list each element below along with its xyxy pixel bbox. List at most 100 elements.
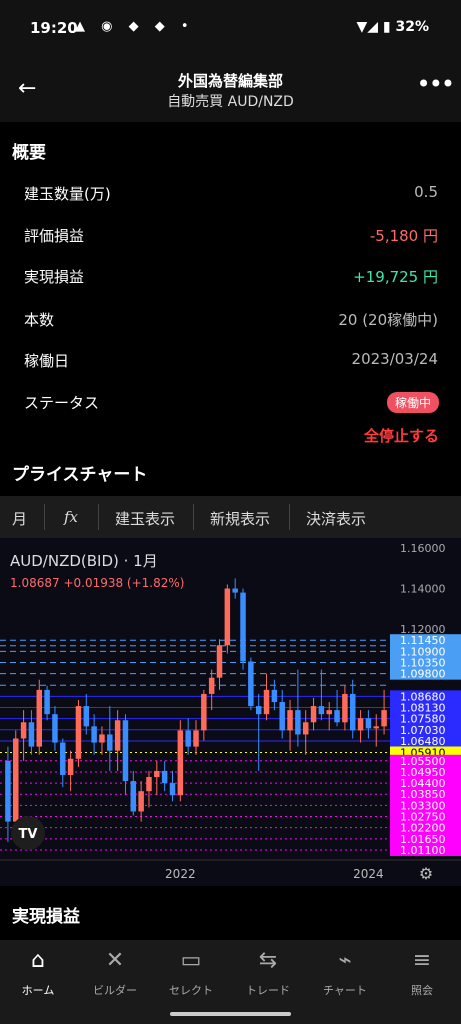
- candle-body: [373, 726, 379, 729]
- candle-body: [44, 689, 50, 715]
- candle-body: [295, 710, 301, 735]
- home-icon: ⌂: [31, 948, 45, 973]
- candle-body: [271, 689, 278, 703]
- candle-body: [130, 781, 137, 812]
- candle-body: [13, 738, 19, 822]
- status-badge: 稼働中: [386, 392, 439, 413]
- candle-body: [193, 730, 199, 747]
- candle-body: [36, 689, 43, 747]
- nav-select[interactable]: ▭ セレクト: [153, 946, 229, 998]
- candle-body: [224, 588, 231, 646]
- candle-body: [279, 702, 285, 731]
- candle-body: [5, 760, 11, 822]
- toolbar-divider: [289, 504, 290, 530]
- interval-button[interactable]: 月: [12, 508, 27, 529]
- overview-row-count: 本数 20 (20稼働中): [24, 309, 438, 333]
- x-tick-label: 2022: [165, 867, 196, 881]
- candle-body: [169, 783, 176, 796]
- new-orders-toggle[interactable]: 新規表示: [210, 508, 270, 529]
- candle-body: [248, 661, 254, 707]
- overview-title: 概要: [12, 143, 46, 163]
- row-value: 2023/03/24: [351, 350, 438, 368]
- candle-body: [28, 722, 35, 747]
- candle-body: [365, 718, 372, 729]
- nav-home[interactable]: ⌂ ホーム: [0, 946, 76, 998]
- toolbar-divider: [44, 504, 45, 530]
- gesture-bar[interactable]: [170, 1012, 291, 1016]
- candle-body: [60, 742, 66, 775]
- candle-body: [20, 722, 27, 739]
- indicator-button[interactable]: fx: [64, 508, 78, 526]
- chart-symbol-title: AUD/NZD(BID) · 1月: [10, 552, 158, 570]
- positions-toggle[interactable]: 建玉表示: [115, 508, 175, 529]
- tools-icon: ✕: [105, 948, 125, 973]
- row-label: 実現損益: [24, 268, 85, 286]
- nav-inquiry[interactable]: ≡ 照会: [384, 946, 460, 998]
- page-title: 外国為替編集部: [177, 72, 283, 90]
- price-chart-title: プライスチャート: [12, 465, 148, 485]
- nav-trade[interactable]: ⇆ トレード: [230, 946, 306, 998]
- overview-row-realized: 実現損益 +19,725 円: [24, 266, 438, 290]
- candle-body: [99, 734, 105, 743]
- candle-body: [122, 720, 129, 782]
- overview-row-quantity: 建玉数量(万) 0.5: [24, 183, 438, 207]
- candle-body: [138, 791, 144, 812]
- row-value: +19,725 円: [353, 268, 438, 286]
- candle-body: [310, 706, 317, 723]
- status-bar: 19:20 ▲ ◉ ◆ ◆ • ▼◢ ▮ 32%: [0, 0, 461, 56]
- y-tick-label: 1.14000: [400, 583, 446, 596]
- candle-body: [67, 758, 74, 775]
- candle-body: [154, 770, 160, 778]
- candle-body: [114, 720, 121, 751]
- candle-body: [287, 710, 293, 731]
- stop-all-button[interactable]: 全停止する: [364, 425, 439, 446]
- more-vert-icon[interactable]: •••: [417, 70, 455, 98]
- settle-toggle[interactable]: 決済表示: [306, 508, 366, 529]
- price-level-label: 1.01100: [400, 844, 446, 857]
- candle-body: [185, 730, 191, 747]
- price-level-label: 1.09800: [400, 668, 446, 681]
- candle-body: [52, 714, 58, 743]
- candle-body: [263, 689, 270, 715]
- app-bar: ← 外国為替編集部 自動売買 AUD/NZD •••: [0, 56, 461, 122]
- nav-label: 照会: [411, 984, 433, 997]
- candle-body: [75, 706, 82, 759]
- candle-body: [318, 706, 325, 715]
- candle-body: [83, 706, 90, 727]
- candle-body: [342, 693, 348, 723]
- row-label: ステータス: [24, 394, 100, 412]
- nav-chart[interactable]: ⌁ チャート: [307, 946, 383, 998]
- overview-row-start-date: 稼働日 2023/03/24: [24, 350, 438, 374]
- candle-body: [334, 710, 340, 723]
- chart-icon: ⌁: [338, 948, 352, 973]
- candle-body: [107, 734, 113, 751]
- price-chart[interactable]: 1.11450 1.10900 1.10350 1.09800 1.08680 1.081…: [0, 538, 461, 886]
- trade-icon: ⇆: [258, 948, 278, 973]
- overview-row-unrealized: 評価損益 -5,180 円: [24, 225, 438, 249]
- nav-label: ビルダー: [93, 984, 137, 997]
- candle-body: [177, 730, 184, 796]
- overview-row-status: ステータス: [24, 392, 438, 416]
- candle-body: [381, 710, 387, 727]
- nav-builder[interactable]: ✕ ビルダー: [77, 946, 153, 998]
- list-icon: ≡: [412, 948, 432, 973]
- y-tick-label: 1.12000: [400, 623, 446, 636]
- tradingview-logo-text: TV: [19, 827, 38, 842]
- chart-canvas[interactable]: 1.114501.109001.103501.098001.086801.081…: [0, 538, 461, 886]
- candle-body: [302, 722, 309, 735]
- y-tick-label: 1.16000: [400, 542, 446, 555]
- toolbar-divider: [193, 504, 194, 530]
- nav-label: チャート: [323, 984, 367, 997]
- row-value: -5,180 円: [369, 227, 438, 245]
- settings-gear-icon: ⚙: [419, 864, 433, 883]
- row-value: 0.5: [414, 183, 438, 201]
- page-subtitle: 自動売買 AUD/NZD: [167, 94, 294, 110]
- candle-body: [255, 706, 262, 715]
- select-icon: ▭: [180, 948, 202, 973]
- nav-label: ホーム: [21, 984, 55, 997]
- row-label: 評価損益: [24, 227, 85, 245]
- candle-body: [240, 592, 246, 662]
- realized-title: 実現損益: [12, 907, 80, 927]
- candle-body: [357, 718, 364, 731]
- chart-toolbar: 月 fx 建玉表示 新規表示 決済表示: [0, 496, 461, 539]
